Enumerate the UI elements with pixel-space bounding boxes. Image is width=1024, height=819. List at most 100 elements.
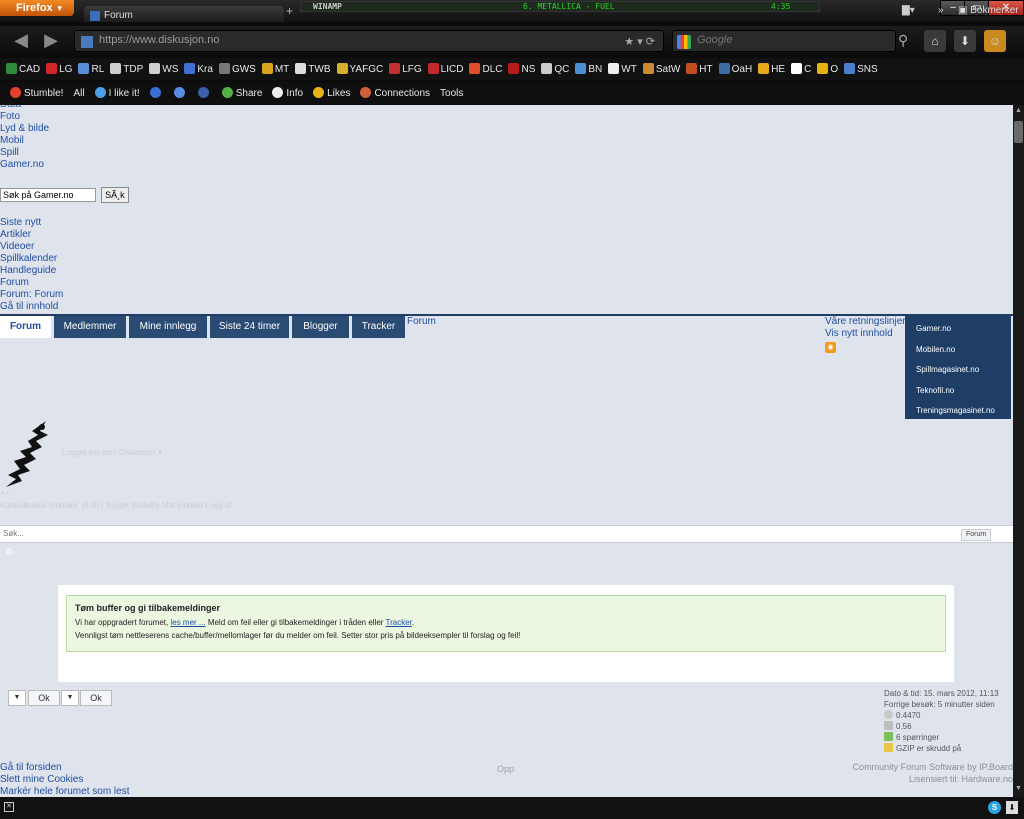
site-menu-mobilen-no[interactable]: Mobilen.no	[916, 345, 955, 354]
bookmark-star-icon[interactable]: ★ ▾ ⟳	[624, 35, 655, 48]
gamer-search-button[interactable]: SÃ¸k	[101, 187, 129, 203]
firefox-menu-button[interactable]: Firefox ▼	[0, 0, 74, 16]
tab-tracker[interactable]: Tracker	[352, 316, 405, 338]
bookmark-yafgc[interactable]: YAFGC	[336, 63, 383, 75]
close-addon-bar-icon[interactable]: ✕	[4, 802, 14, 812]
tab-mine-innlegg[interactable]: Mine innlegg	[129, 316, 207, 338]
bookmark-lg[interactable]: LG	[46, 63, 72, 75]
bookmark-satw[interactable]: SatW	[642, 63, 680, 75]
browser-tab[interactable]: Forum	[84, 6, 284, 22]
right-link-vis-nytt-innhold[interactable]: Vis nytt innhold	[825, 328, 906, 340]
stumble-info[interactable]: Info	[272, 87, 303, 99]
site-menu-spillmagasinet-no[interactable]: Spillmagasinet.no	[916, 365, 979, 374]
bookmark-lfg[interactable]: LFG	[389, 63, 422, 75]
section-link-videoer[interactable]: Videoer	[0, 241, 63, 253]
search-bar[interactable]	[672, 30, 896, 52]
gear-icon[interactable]: ⚙	[5, 547, 13, 558]
bookmark-he[interactable]: HE	[758, 63, 785, 75]
gamer-search-input[interactable]	[0, 188, 96, 202]
tab-blogger[interactable]: Blogger	[292, 316, 349, 338]
section-link-artikler[interactable]: Artikler	[0, 229, 63, 241]
site-menu-treningsmagasinet-no[interactable]: Treningsmagasinet.no	[916, 406, 995, 415]
downloads-icon[interactable]: ⬇	[1006, 801, 1018, 814]
bookmark-tdp[interactable]: TDP	[110, 63, 143, 75]
scroll-down-icon[interactable]: ▼	[1014, 785, 1023, 795]
rss-icon[interactable]: ◉	[825, 342, 836, 353]
top-link-mobil[interactable]: Mobil	[0, 135, 49, 147]
bookmark-wt[interactable]: WT	[608, 63, 637, 75]
url-bar[interactable]: ★ ▾ ⟳	[74, 30, 664, 52]
bookmark-bn[interactable]: BN	[575, 63, 602, 75]
right-link-v-re-retningslinjer[interactable]: Våre retningslinjer	[825, 316, 906, 328]
greasemonkey-icon[interactable]: ☺	[984, 30, 1006, 52]
new-tab-icon[interactable]: +	[286, 4, 293, 18]
bookmark-ns[interactable]: NS	[508, 63, 535, 75]
stumble-all[interactable]: All	[73, 88, 84, 99]
tracker-link[interactable]: Tracker	[386, 618, 412, 627]
page-scrollbar[interactable]: ▲ ▼	[1013, 105, 1024, 797]
bookmark-c[interactable]: C	[791, 63, 811, 75]
bookmark-oah[interactable]: OaH	[718, 63, 752, 75]
stumble-i-like-it[interactable]: I like it!	[94, 87, 140, 99]
site-menu-gamer-no[interactable]: Gamer.no	[916, 324, 951, 333]
footer-link-mark-r-hele-forumet-som-lest[interactable]: Markér hele forumet som lest	[0, 786, 130, 797]
home-icon[interactable]: ⌂	[924, 30, 946, 52]
bookmarks-overflow[interactable]: »	[938, 5, 944, 16]
scroll-up-icon[interactable]: ▲	[1014, 107, 1023, 117]
search-icon[interactable]: ⚲	[898, 32, 908, 49]
forum-search-scope-button[interactable]: Forum	[961, 529, 992, 541]
skin-ok-button[interactable]: Ok	[28, 690, 60, 706]
winamp-toolbar[interactable]: WINAMP 6. METALLICA - FUEL 4:35	[300, 1, 820, 12]
site-menu-teknofil-no[interactable]: Teknofil.no	[916, 386, 954, 395]
footer-link-g-til-forsiden[interactable]: Gå til forsiden	[0, 762, 130, 774]
language-ok-button[interactable]: Ok	[80, 690, 112, 706]
tab-siste-24-timer[interactable]: Siste 24 timer	[210, 316, 289, 338]
bookmarks-folder[interactable]: ▣ Bokmerker	[958, 5, 1019, 16]
footer-software[interactable]: Community Forum Software by IP.Board	[853, 761, 1013, 773]
stumble-tools[interactable]: Tools	[440, 88, 463, 99]
bookmark-gws[interactable]: GWS	[218, 63, 256, 75]
section-link-forum-forum[interactable]: Forum: Forum	[0, 289, 63, 301]
stumble-icon-4[interactable]	[173, 87, 188, 99]
bookmark-twb[interactable]: TWB	[295, 63, 331, 75]
stumble-likes[interactable]: Likes	[313, 87, 350, 99]
footer-link-slett-mine-cookies[interactable]: Slett mine Cookies	[0, 774, 130, 786]
bookmark-licd[interactable]: LICD	[427, 63, 463, 75]
stumble-icon-3[interactable]	[149, 87, 164, 99]
logged-in-status[interactable]: Logget inn som Datasmurf ▾	[62, 448, 162, 457]
bookmark-ws[interactable]: WS	[149, 63, 178, 75]
bookmark-sns[interactable]: SNS	[844, 63, 878, 75]
scroll-thumb[interactable]	[1014, 121, 1023, 143]
bookmark-mt[interactable]: MT	[261, 63, 289, 75]
bookmark-cad[interactable]: CAD	[6, 63, 40, 75]
read-more-link[interactable]: les mer ...	[170, 618, 205, 627]
section-link-forum[interactable]: Forum	[0, 277, 63, 289]
bookmark-rl[interactable]: RL	[78, 63, 104, 75]
bookmark-o[interactable]: O	[817, 63, 838, 75]
stumble-connections[interactable]: Connections	[360, 87, 430, 99]
back-arrow-icon[interactable]: ◀	[8, 30, 34, 52]
skype-icon[interactable]: S	[988, 801, 1001, 814]
top-link-lyd-bilde[interactable]: Lyd & bilde	[0, 123, 49, 135]
top-link-spill[interactable]: Spill	[0, 147, 49, 159]
avatar[interactable]	[2, 417, 52, 489]
tab-list-icon[interactable]: ▇▾	[902, 5, 915, 16]
user-menu[interactable]: Kontrollpanel Innboks: (0 Ny) Toggle Vis…	[0, 501, 232, 510]
download-icon[interactable]: ⬇	[954, 30, 976, 52]
section-link-g-til-innhold[interactable]: Gå til innhold	[0, 301, 63, 313]
tab-medlemmer[interactable]: Medlemmer	[54, 316, 126, 338]
bookmark-dlc[interactable]: DLC	[469, 63, 502, 75]
forum-breadcrumb[interactable]: Forum	[407, 316, 436, 327]
bookmark-ht[interactable]: HT	[686, 63, 713, 75]
top-link-gamer-no[interactable]: Gamer.no	[0, 159, 49, 171]
tab-forum[interactable]: Forum	[0, 316, 51, 338]
language-select[interactable]: ▼	[61, 690, 79, 706]
stumble-stumble[interactable]: Stumble!	[10, 87, 63, 99]
section-link-spillkalender[interactable]: Spillkalender	[0, 253, 63, 265]
bookmark-qc[interactable]: QC	[541, 63, 569, 75]
skin-select[interactable]: ▼	[8, 690, 26, 706]
section-link-handleguide[interactable]: Handleguide	[0, 265, 63, 277]
forward-arrow-icon[interactable]: ▶	[38, 30, 64, 52]
bookmark-kra[interactable]: Kra	[184, 63, 213, 75]
top-link-foto[interactable]: Foto	[0, 111, 49, 123]
